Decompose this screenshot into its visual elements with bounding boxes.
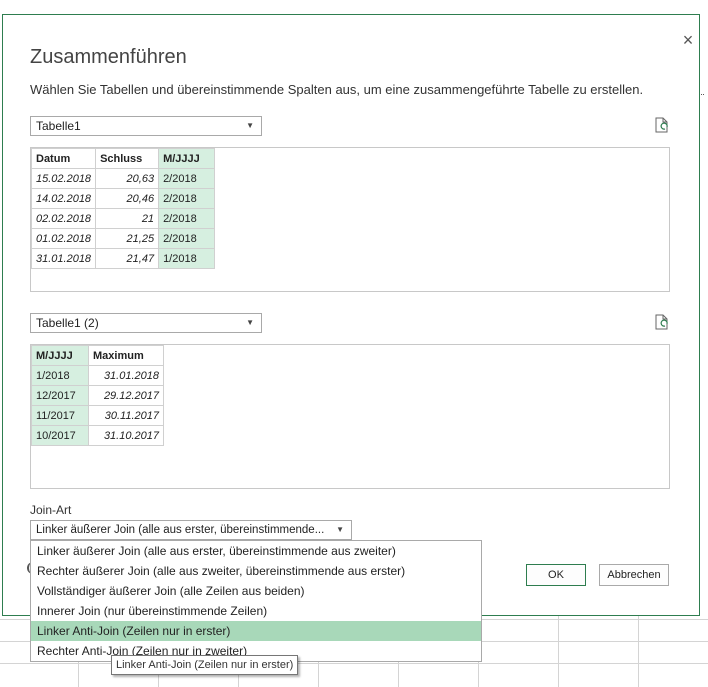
table2-select-value: Tabelle1 (2) xyxy=(36,316,99,330)
join-type-label: Join-Art xyxy=(30,503,72,517)
table-cell: 29.12.2017 xyxy=(88,385,164,406)
tooltip: Linker Anti-Join (Zeilen nur in erster) xyxy=(111,655,299,675)
table-row: 02.02.2018 21 2/2018 xyxy=(30,208,216,229)
refresh-icon[interactable] xyxy=(655,117,669,133)
close-icon[interactable]: × xyxy=(681,31,695,49)
join-type-listbox: Linker äußerer Join (alle aus erster, üb… xyxy=(30,540,482,662)
table-cell: 2/2018 xyxy=(158,168,216,189)
table-row: 1/2018 31.01.2018 xyxy=(31,365,164,386)
table-row: 12/2017 29.12.2017 xyxy=(31,385,164,406)
table-cell: 10/2017 xyxy=(31,425,89,446)
table-cell: 21 xyxy=(95,208,160,229)
join-type-select[interactable]: Linker äußerer Join (alle aus erster, üb… xyxy=(30,520,352,540)
join-type-select-value: Linker äußerer Join (alle aus erster, üb… xyxy=(36,524,325,536)
table-cell: 20,63 xyxy=(95,168,160,189)
table1-preview: Datum Schluss M/JJJJ 15.02.2018 20,63 2/… xyxy=(30,147,670,292)
table-row: 15.02.2018 20,63 2/2018 xyxy=(30,168,216,189)
table1-select[interactable]: Tabelle1 ▼ xyxy=(30,116,262,136)
column-header[interactable]: Schluss xyxy=(95,148,160,169)
table-cell: 15.02.2018 xyxy=(30,168,97,189)
table-cell: 31.01.2018 xyxy=(30,248,97,269)
column-header[interactable]: Maximum xyxy=(88,345,164,366)
table1-select-value: Tabelle1 xyxy=(36,119,81,133)
table-cell: 21,47 xyxy=(95,248,160,269)
chevron-down-icon: ▼ xyxy=(336,525,344,534)
table-cell: 12/2017 xyxy=(31,385,89,406)
table-cell: 31.01.2018 xyxy=(88,365,164,386)
table-cell: 30.11.2017 xyxy=(88,405,164,426)
table-row: 31.01.2018 21,47 1/2018 xyxy=(30,248,216,269)
table-row: 10/2017 31.10.2017 xyxy=(31,425,164,446)
grid-line xyxy=(638,615,639,687)
table-cell: 31.10.2017 xyxy=(88,425,164,446)
table-cell: 1/2018 xyxy=(158,248,216,269)
table-row: 01.02.2018 21,25 2/2018 xyxy=(30,228,216,249)
join-option[interactable]: Rechter äußerer Join (alle aus zweiter, … xyxy=(31,561,481,581)
table-cell: 11/2017 xyxy=(31,405,89,426)
column-header-selected[interactable]: M/JJJJ xyxy=(158,148,216,169)
table-cell: 2/2018 xyxy=(158,228,216,249)
column-header-selected[interactable]: M/JJJJ xyxy=(31,345,89,366)
ok-button[interactable]: OK xyxy=(526,564,586,586)
cancel-button[interactable]: Abbrechen xyxy=(599,564,669,586)
table-cell: 14.02.2018 xyxy=(30,188,97,209)
join-option-highlighted[interactable]: Linker Anti-Join (Zeilen nur in erster) xyxy=(31,621,481,641)
table1-grid: Datum Schluss M/JJJJ 15.02.2018 20,63 2/… xyxy=(30,148,216,269)
table-cell: 2/2018 xyxy=(158,188,216,209)
table-cell: 1/2018 xyxy=(31,365,89,386)
join-option[interactable]: Innerer Join (nur übereinstimmende Zeile… xyxy=(31,601,481,621)
join-option[interactable]: Linker äußerer Join (alle aus erster, üb… xyxy=(31,541,481,561)
dialog-subtitle: Wählen Sie Tabellen und übereinstimmende… xyxy=(30,82,644,97)
table-row: 14.02.2018 20,46 2/2018 xyxy=(30,188,216,209)
chevron-down-icon: ▼ xyxy=(246,318,254,327)
refresh-icon[interactable] xyxy=(655,314,669,330)
table-cell: 20,46 xyxy=(95,188,160,209)
table-cell: 21,25 xyxy=(95,228,160,249)
chevron-down-icon: ▼ xyxy=(246,121,254,130)
table2-select[interactable]: Tabelle1 (2) ▼ xyxy=(30,313,262,333)
grid-line xyxy=(558,615,559,687)
table-row: 11/2017 30.11.2017 xyxy=(31,405,164,426)
table-cell: 01.02.2018 xyxy=(30,228,97,249)
grid-line xyxy=(0,663,708,664)
table2-preview: M/JJJJ Maximum 1/2018 31.01.2018 12/2017… xyxy=(30,344,670,489)
table-cell: 02.02.2018 xyxy=(30,208,97,229)
table2-grid: M/JJJJ Maximum 1/2018 31.01.2018 12/2017… xyxy=(31,345,164,446)
column-header[interactable]: Datum xyxy=(30,148,97,169)
dialog-title: Zusammenführen xyxy=(30,46,187,68)
join-option[interactable]: Vollständiger äußerer Join (alle Zeilen … xyxy=(31,581,481,601)
table-cell: 2/2018 xyxy=(158,208,216,229)
